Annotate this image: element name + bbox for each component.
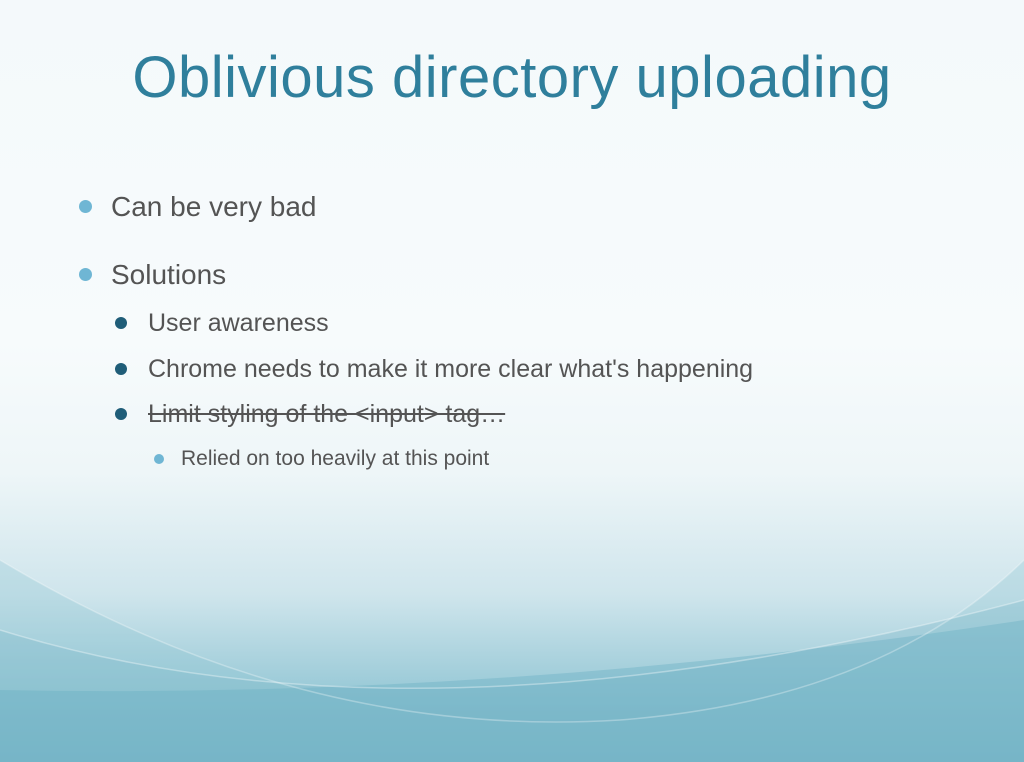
slide-title: Oblivious directory uploading: [132, 45, 892, 110]
bullet-dot-icon: [154, 454, 164, 464]
bullet-dot-icon: [115, 317, 127, 329]
bullet-item: Solutions: [79, 259, 227, 291]
bullet-text: Solutions: [111, 259, 227, 290]
bullet-text: Can be very bad: [111, 191, 317, 222]
bullet-dot-icon: [79, 268, 92, 281]
bullet-text: Chrome needs to make it more clear what'…: [148, 355, 754, 383]
bullet-item: Can be very bad: [79, 191, 317, 223]
bullet-text: User awareness: [148, 309, 329, 337]
bullet-text-struck: Limit styling of the <input> tag…: [148, 400, 506, 428]
sub-bullet-item: Limit styling of the <input> tag…: [115, 400, 506, 429]
bullet-text: Relied on too heavily at this point: [181, 447, 490, 470]
bullet-dot-icon: [115, 363, 127, 375]
sub-bullet-item: Chrome needs to make it more clear what'…: [115, 355, 754, 384]
bullet-dot-icon: [79, 200, 92, 213]
sub-sub-bullet-item: Relied on too heavily at this point: [154, 447, 490, 471]
sub-bullet-item: User awareness: [115, 309, 329, 338]
bullet-dot-icon: [115, 408, 127, 420]
